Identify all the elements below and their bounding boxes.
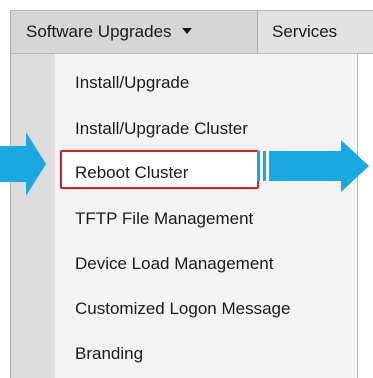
menu-item-customized-logon-message[interactable]: Customized Logon Message bbox=[75, 299, 290, 319]
services-menu[interactable]: Services bbox=[272, 11, 373, 53]
menu-item-install-upgrade[interactable]: Install/Upgrade bbox=[75, 73, 189, 93]
software-upgrades-menu[interactable]: Software Upgrades bbox=[10, 11, 258, 53]
top-menu-bar: Software Upgrades Services bbox=[10, 10, 373, 54]
chevron-down-icon bbox=[181, 28, 192, 34]
menu-item-branding[interactable]: Branding bbox=[75, 344, 143, 364]
services-label: Services bbox=[272, 22, 338, 41]
right-arrow-icon bbox=[257, 140, 369, 192]
dropdown-icon-gutter bbox=[11, 54, 55, 378]
screenshot-stage: Software Upgrades Services Install/Upgra… bbox=[0, 0, 373, 378]
menu-item-install-upgrade-cluster[interactable]: Install/Upgrade Cluster bbox=[75, 119, 248, 139]
menu-item-tftp-file-management[interactable]: TFTP File Management bbox=[75, 209, 253, 229]
menu-item-reboot-cluster[interactable]: Reboot Cluster bbox=[75, 163, 188, 183]
software-upgrades-label: Software Upgrades bbox=[26, 22, 172, 41]
software-upgrades-dropdown: Install/Upgrade Install/Upgrade Cluster … bbox=[10, 54, 358, 378]
menu-item-device-load-management[interactable]: Device Load Management bbox=[75, 254, 273, 274]
left-arrow-icon bbox=[0, 132, 46, 196]
